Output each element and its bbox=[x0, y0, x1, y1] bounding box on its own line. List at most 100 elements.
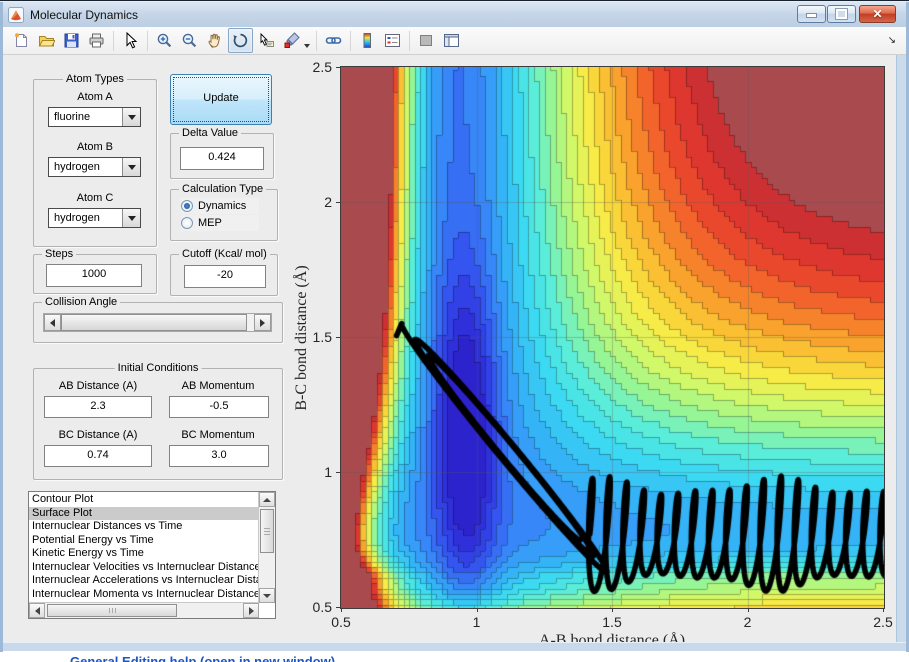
pes-axes[interactable] bbox=[340, 66, 885, 609]
open-file-button[interactable] bbox=[35, 29, 58, 52]
y-tick-mark bbox=[336, 472, 340, 473]
x-tick-mark bbox=[341, 608, 342, 612]
chevron-down-icon[interactable] bbox=[122, 209, 140, 227]
minimize-icon bbox=[806, 13, 817, 18]
ab-momentum-field[interactable]: -0.5 bbox=[169, 396, 269, 418]
background-window-sliver: General Editing help (open in new window… bbox=[70, 654, 490, 662]
x-tick-mark bbox=[476, 608, 478, 612]
slider-right-arrow[interactable] bbox=[254, 314, 271, 331]
radio-icon[interactable] bbox=[181, 200, 193, 212]
toolbar-separator bbox=[316, 30, 317, 51]
atom-a-select[interactable]: fluorine bbox=[48, 107, 141, 127]
toolbar-separator bbox=[113, 30, 114, 51]
app-window: Molecular Dynamics ✕ ↘ Atom Types Atom A… bbox=[0, 0, 909, 652]
panel-title: Collision Angle bbox=[42, 296, 121, 308]
slider-thumb[interactable] bbox=[61, 314, 247, 331]
radio-label: MEP bbox=[198, 217, 222, 229]
new-figure-button[interactable] bbox=[10, 29, 33, 52]
steps-field[interactable]: 1000 bbox=[46, 264, 142, 287]
list-item[interactable]: Internuclear Accelerations vs Internucle… bbox=[29, 574, 258, 588]
bc-distance-field[interactable]: 0.74 bbox=[44, 445, 152, 467]
update-button[interactable]: Update bbox=[170, 74, 272, 125]
edit-plot-button[interactable] bbox=[119, 29, 142, 52]
radio-icon[interactable] bbox=[181, 217, 193, 229]
list-item[interactable]: Kinetic Energy vs Time bbox=[29, 547, 258, 561]
scroll-left-arrow[interactable] bbox=[29, 603, 45, 618]
ab-momentum-label: AB Momentum bbox=[181, 380, 255, 392]
restore-button[interactable] bbox=[827, 5, 856, 23]
toolbar-separator bbox=[409, 30, 410, 51]
background-window-link: General Editing help (open in new window… bbox=[70, 654, 336, 662]
list-item[interactable]: Internuclear Velocities vs Internuclear … bbox=[29, 561, 258, 575]
bc-momentum-label: BC Momentum bbox=[181, 429, 255, 441]
insert-colorbar-button[interactable] bbox=[356, 29, 379, 52]
brush-data-button[interactable] bbox=[280, 29, 303, 52]
toolbar-overflow-arrow[interactable]: ↘ bbox=[888, 35, 896, 46]
atom-b-value: hydrogen bbox=[54, 161, 100, 173]
titlebar[interactable]: Molecular Dynamics ✕ bbox=[3, 2, 906, 27]
data-cursor-button[interactable] bbox=[255, 29, 278, 52]
atom-c-label: Atom C bbox=[76, 192, 114, 204]
listbox-horizontal-scrollbar[interactable] bbox=[29, 602, 259, 618]
scroll-up-arrow[interactable] bbox=[259, 492, 275, 507]
window-inner-right-strip bbox=[896, 55, 906, 643]
minimize-button[interactable] bbox=[797, 5, 826, 23]
x-tick-mark bbox=[612, 608, 613, 612]
vertical-scroll-thumb[interactable] bbox=[260, 509, 274, 553]
close-button[interactable]: ✕ bbox=[859, 5, 896, 23]
zoom-out-button[interactable] bbox=[178, 29, 201, 52]
bc-momentum-field[interactable]: 3.0 bbox=[169, 445, 269, 467]
y-tick-label: 2 bbox=[324, 194, 332, 210]
atom-b-select[interactable]: hydrogen bbox=[48, 157, 141, 177]
ab-distance-label: AB Distance (A) bbox=[58, 380, 138, 392]
ab-distance-field[interactable]: 2.3 bbox=[44, 396, 152, 418]
collision-angle-slider[interactable] bbox=[43, 313, 272, 332]
brush-dropdown-caret[interactable] bbox=[304, 43, 310, 48]
list-item[interactable]: Internuclear Momenta vs Internuclear Dis… bbox=[29, 588, 258, 602]
close-icon: ✕ bbox=[872, 7, 883, 21]
atom-b-label: Atom B bbox=[76, 141, 114, 153]
steps-panel: Steps 1000 bbox=[33, 248, 157, 294]
matlab-app-icon bbox=[8, 6, 24, 23]
panel-title: Cutoff (Kcal/ mol) bbox=[179, 248, 270, 260]
rotate-3d-button[interactable] bbox=[228, 28, 253, 53]
radio-mep[interactable]: MEP bbox=[181, 215, 259, 231]
list-item[interactable]: Internuclear Distances vs Time bbox=[29, 520, 258, 534]
x-tick-label: 1 bbox=[472, 614, 481, 630]
toolbar-separator bbox=[350, 30, 351, 51]
radio-dynamics[interactable]: Dynamics bbox=[181, 198, 259, 214]
insert-legend-button[interactable] bbox=[381, 29, 404, 52]
atom-c-select[interactable]: hydrogen bbox=[48, 208, 141, 228]
chevron-down-icon[interactable] bbox=[122, 108, 140, 126]
print-figure-button[interactable] bbox=[85, 29, 108, 52]
hide-plot-tools-button[interactable] bbox=[415, 29, 438, 52]
calculation-type-panel: Calculation Type Dynamics MEP bbox=[170, 183, 278, 241]
list-item[interactable]: Contour Plot bbox=[29, 493, 258, 507]
window-border-bottom bbox=[3, 642, 906, 651]
save-figure-button[interactable] bbox=[60, 29, 83, 52]
link-plot-button[interactable] bbox=[322, 29, 345, 52]
slider-left-arrow[interactable] bbox=[44, 314, 61, 331]
pan-hand-button[interactable] bbox=[203, 29, 226, 52]
contour-plot-canvas[interactable] bbox=[341, 67, 884, 608]
show-plot-tools-button[interactable] bbox=[440, 29, 463, 52]
list-item[interactable]: Potential Energy vs Time bbox=[29, 534, 258, 548]
listbox-vertical-scrollbar[interactable] bbox=[258, 492, 275, 603]
scroll-down-arrow[interactable] bbox=[259, 588, 275, 603]
scroll-right-arrow[interactable] bbox=[243, 603, 259, 618]
chevron-down-icon[interactable] bbox=[122, 158, 140, 176]
delta-value-field[interactable]: 0.424 bbox=[180, 147, 264, 170]
zoom-in-button[interactable] bbox=[153, 29, 176, 52]
panel-title: Atom Types bbox=[63, 73, 127, 85]
panel-title: Steps bbox=[42, 248, 77, 260]
restore-icon bbox=[835, 8, 848, 20]
horizontal-scroll-thumb[interactable] bbox=[47, 604, 177, 617]
plot-type-listbox[interactable]: Contour Plot Surface Plot Internuclear Dis… bbox=[28, 491, 276, 619]
y-tick-mark bbox=[336, 202, 340, 203]
list-item[interactable]: Surface Plot bbox=[29, 506, 258, 520]
window-title: Molecular Dynamics bbox=[30, 7, 139, 22]
x-tick-label: 1.5 bbox=[602, 614, 622, 630]
toolbar-separator bbox=[147, 30, 148, 51]
y-tick-label: 1 bbox=[324, 464, 332, 480]
cutoff-field[interactable]: -20 bbox=[184, 265, 266, 288]
